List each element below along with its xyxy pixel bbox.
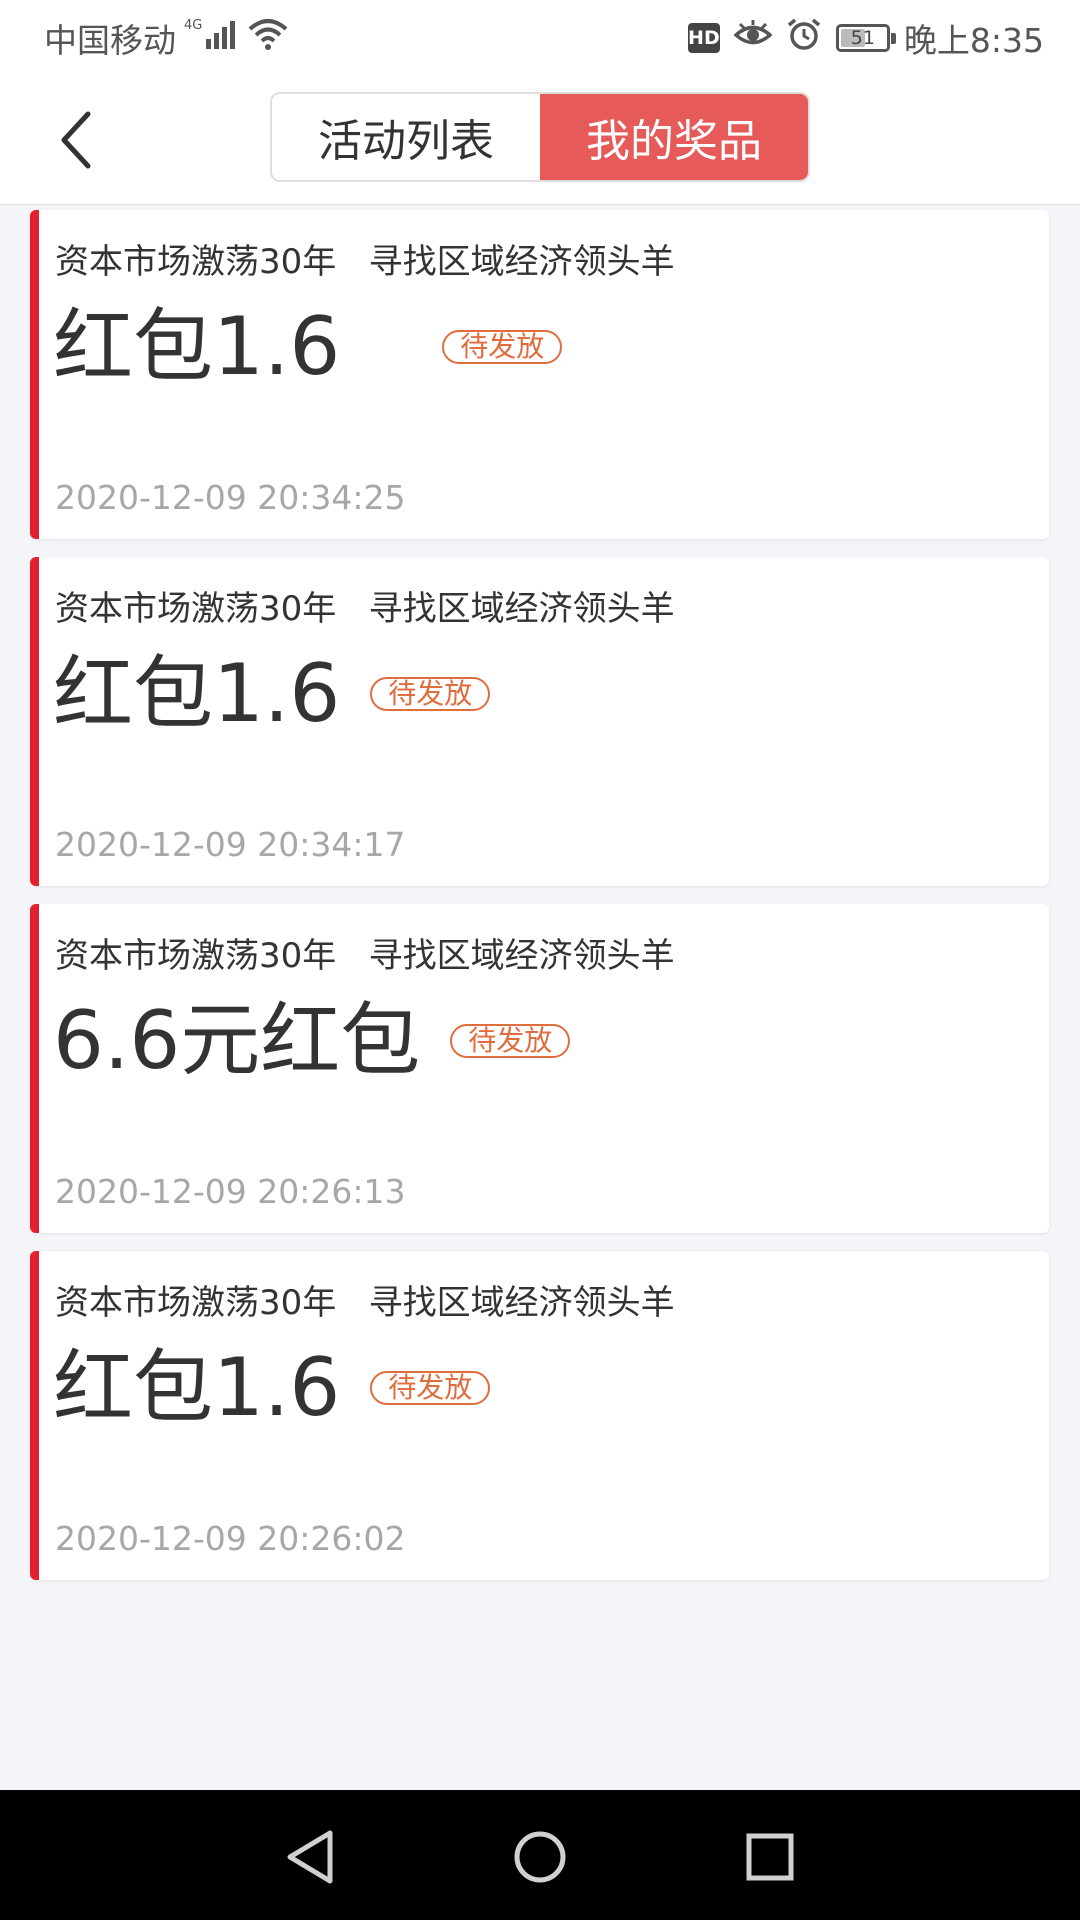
header: 活动列表 我的奖品: [0, 76, 1080, 205]
status-badge: 待发放: [370, 677, 491, 711]
card-timestamp: 2020-12-09 20:34:17: [55, 825, 406, 864]
prize-name: 红包1.6: [53, 1341, 341, 1434]
triangle-back-icon: [287, 1830, 333, 1884]
card-accent-bar: [30, 557, 39, 886]
prize-name: 6.6元红包: [53, 994, 421, 1087]
prize-card[interactable]: 资本市场激荡30年 寻找区域经济领头羊 红包1.6 待发放 2020-12-09…: [30, 557, 1049, 886]
back-button[interactable]: [36, 100, 116, 180]
prize-list: 资本市场激荡30年 寻找区域经济领头羊 红包1.6 待发放 2020-12-09…: [30, 210, 1049, 1598]
circle-home-icon: [514, 1831, 566, 1883]
card-title: 资本市场激荡30年 寻找区域经济领头羊: [55, 1283, 675, 1323]
card-timestamp: 2020-12-09 20:34:25: [55, 478, 406, 517]
battery-level: 51: [850, 27, 875, 49]
card-title: 资本市场激荡30年 寻找区域经济领头羊: [55, 242, 675, 282]
card-title: 资本市场激荡30年 寻找区域经济领头羊: [55, 589, 675, 629]
alarm-icon: [786, 17, 822, 59]
prize-name: 红包1.6: [53, 647, 341, 740]
card-timestamp: 2020-12-09 20:26:13: [55, 1172, 406, 1211]
nav-recents-button[interactable]: [738, 1825, 802, 1889]
tab-my-prizes[interactable]: 我的奖品: [540, 94, 808, 180]
status-badge: 待发放: [370, 1371, 491, 1405]
status-left: 中国移动 4G: [44, 14, 288, 62]
status-badge: 待发放: [442, 330, 563, 364]
card-title: 资本市场激荡30年 寻找区域经济领头羊: [55, 936, 675, 976]
battery-icon: 51: [835, 24, 896, 52]
status-badge: 待发放: [450, 1024, 571, 1058]
chevron-left-icon: [61, 111, 91, 169]
segmented-tabs: 活动列表 我的奖品: [270, 92, 810, 182]
nav-home-button[interactable]: [508, 1825, 572, 1889]
prize-name: 红包1.6: [53, 300, 341, 393]
prize-card[interactable]: 资本市场激荡30年 寻找区域经济领头羊 红包1.6 待发放 2020-12-09…: [30, 210, 1049, 539]
eye-comfort-icon: [733, 19, 773, 58]
wifi-icon: [248, 17, 288, 59]
hd-icon: HD: [687, 23, 720, 53]
square-recents-icon: [746, 1833, 794, 1881]
clock-time: 晚上8:35: [903, 21, 1044, 60]
prize-card[interactable]: 资本市场激荡30年 寻找区域经济领头羊 6.6元红包 待发放 2020-12-0…: [30, 904, 1049, 1233]
card-prize-row: 红包1.6 待发放: [53, 647, 491, 740]
card-accent-bar: [30, 1251, 39, 1580]
system-nav-bar: [0, 1790, 1080, 1920]
card-prize-row: 6.6元红包 待发放: [53, 994, 571, 1087]
card-timestamp: 2020-12-09 20:26:02: [55, 1519, 406, 1558]
carrier-label: 中国移动: [44, 21, 176, 60]
nav-back-button[interactable]: [278, 1825, 342, 1889]
card-prize-row: 红包1.6 待发放: [53, 1341, 491, 1434]
prize-card[interactable]: 资本市场激荡30年 寻找区域经济领头羊 红包1.6 待发放 2020-12-09…: [30, 1251, 1049, 1580]
tab-activity-list[interactable]: 活动列表: [272, 94, 540, 180]
card-prize-row: 红包1.6 待发放: [53, 300, 563, 393]
status-right: HD 51 晚上8:35: [687, 14, 1044, 62]
status-bar: 中国移动 4G HD 51 晚上8:35: [0, 0, 1080, 76]
card-accent-bar: [30, 210, 39, 539]
svg-text:4G: 4G: [184, 18, 202, 33]
card-accent-bar: [30, 904, 39, 1233]
signal-icon: 4G: [184, 17, 240, 59]
